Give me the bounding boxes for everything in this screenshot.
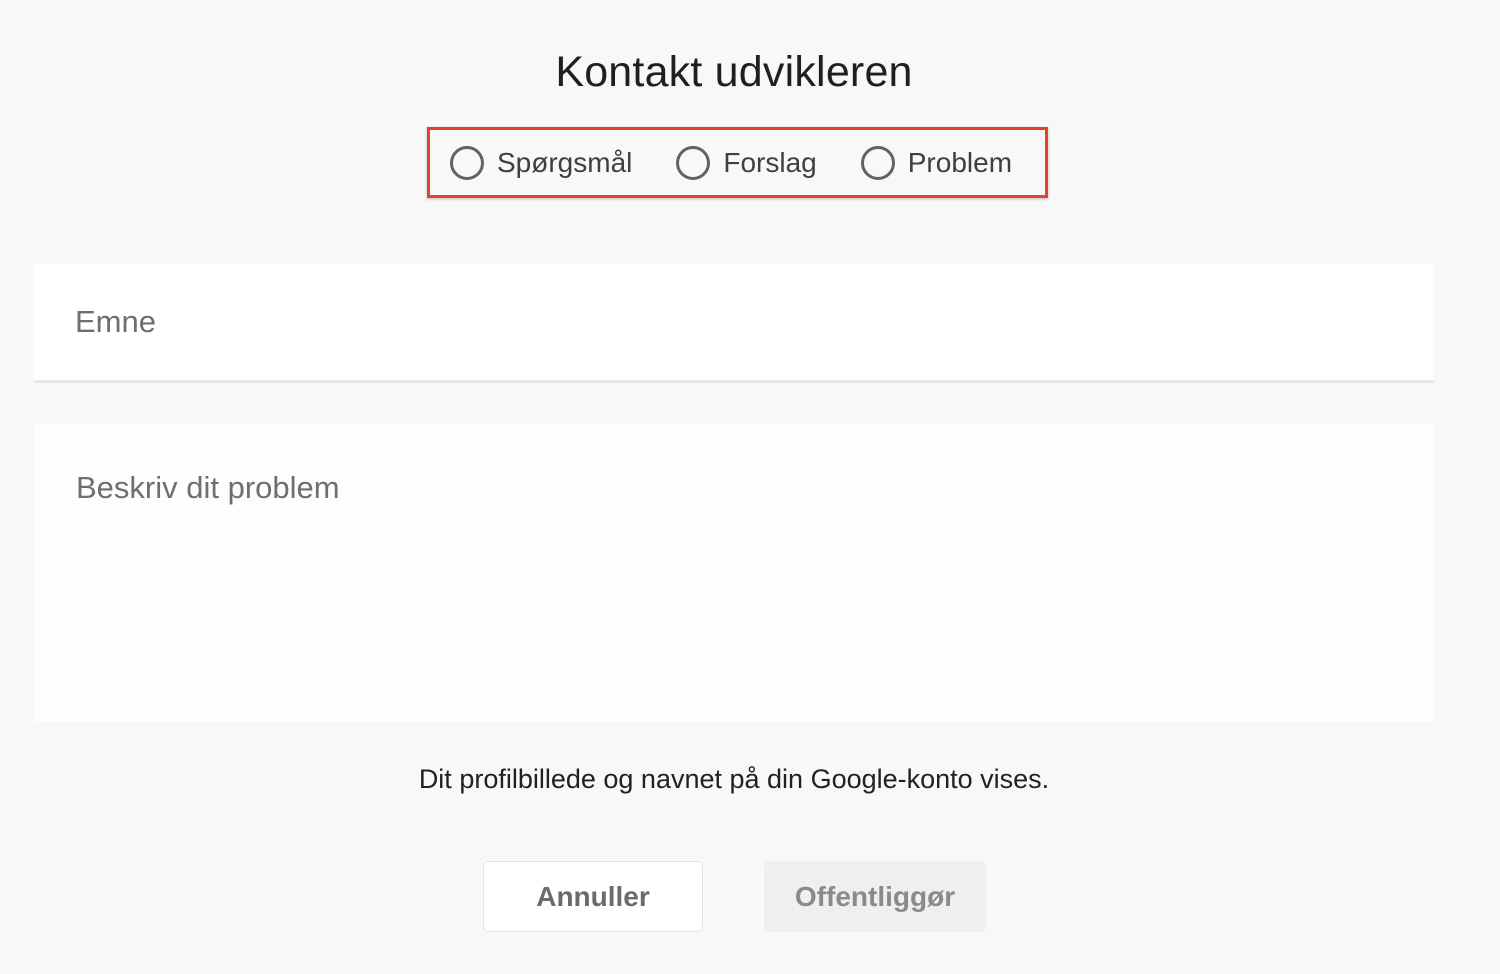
description-textarea[interactable] bbox=[76, 470, 1392, 676]
radio-option-question[interactable]: Spørgsmål bbox=[450, 145, 633, 180]
contact-developer-dialog: Kontakt udvikleren Spørgsmål Forslag Pro… bbox=[0, 0, 1500, 974]
radio-button-unchecked-icon[interactable] bbox=[860, 145, 895, 180]
radio-label: Forslag bbox=[723, 146, 817, 178]
dialog-title: Kontakt udvikleren bbox=[555, 48, 913, 96]
radio-option-suggestion[interactable]: Forslag bbox=[676, 145, 817, 180]
radio-button-unchecked-icon[interactable] bbox=[450, 145, 484, 180]
radio-button-unchecked-icon[interactable] bbox=[676, 145, 711, 180]
radio-option-problem[interactable]: Problem bbox=[860, 145, 1013, 180]
subject-input[interactable] bbox=[75, 304, 1434, 340]
radio-label: Spørgsmål bbox=[497, 146, 633, 178]
radio-label: Problem bbox=[907, 146, 1013, 178]
profile-visibility-notice: Dit profilbillede og navnet på din Googl… bbox=[418, 764, 1050, 794]
subject-field-container bbox=[34, 264, 1434, 383]
publish-button[interactable]: Offentliggør bbox=[764, 861, 986, 932]
cancel-button[interactable]: Annuller bbox=[483, 861, 703, 932]
feedback-type-radio-group: Spørgsmål Forslag Problem bbox=[427, 127, 1048, 198]
description-field-container bbox=[34, 424, 1434, 722]
